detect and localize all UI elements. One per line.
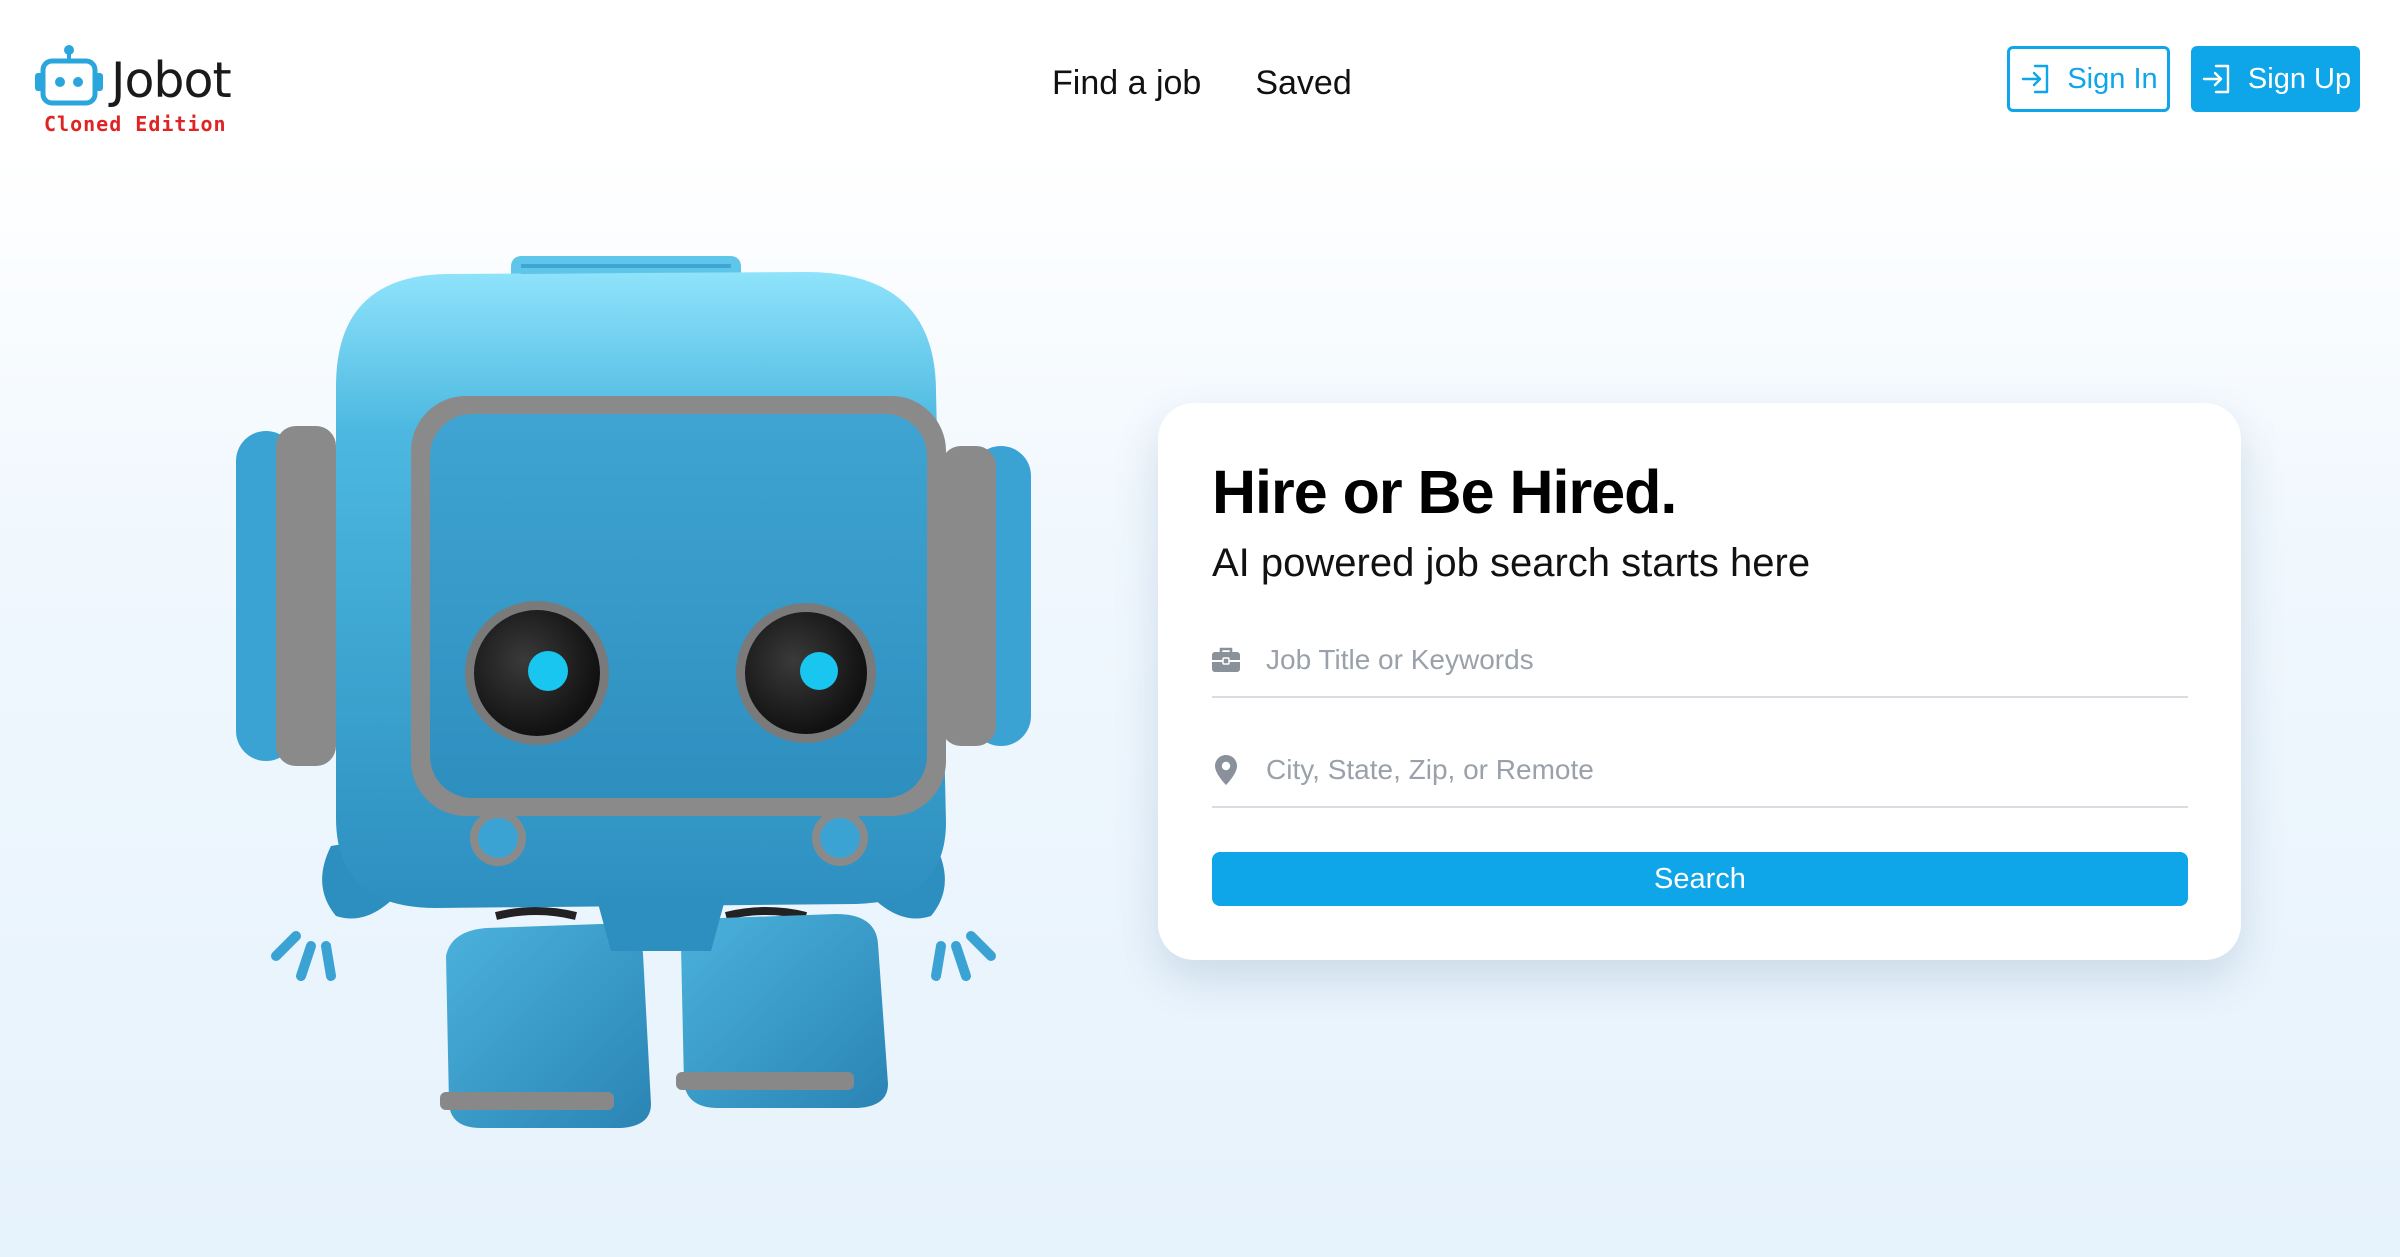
- sign-in-button[interactable]: Sign In: [2007, 46, 2170, 112]
- hero-subtitle: AI powered job search starts here: [1212, 541, 1811, 585]
- nav-find-a-job[interactable]: Find a job: [1052, 66, 1201, 100]
- location-input[interactable]: [1266, 754, 2188, 786]
- brand-name: Jobot: [111, 52, 232, 109]
- robot-logo-icon: [33, 45, 105, 116]
- hero-title: Hire or Be Hired.: [1212, 458, 1677, 526]
- brand-logo[interactable]: Jobot: [33, 45, 232, 116]
- brand-edition: Cloned Edition: [44, 112, 227, 136]
- search-card: Hire or Be Hired. AI powered job search …: [1158, 403, 2241, 960]
- sign-up-icon: [2202, 64, 2230, 94]
- sign-up-button[interactable]: Sign Up: [2191, 46, 2360, 112]
- map-pin-icon: [1212, 755, 1240, 785]
- sign-in-icon: [2022, 64, 2049, 94]
- search-button[interactable]: Search: [1212, 852, 2188, 906]
- robot-mascot-image: [236, 256, 1031, 1128]
- keywords-input[interactable]: [1266, 644, 2188, 676]
- nav-saved[interactable]: Saved: [1255, 66, 1351, 100]
- sign-up-label: Sign Up: [2247, 62, 2352, 95]
- keywords-field[interactable]: [1212, 624, 2188, 698]
- sign-in-label: Sign In: [2067, 62, 2158, 95]
- main-nav: Find a job Saved: [1052, 66, 1352, 100]
- location-field[interactable]: [1212, 734, 2188, 808]
- briefcase-icon: [1212, 646, 1240, 674]
